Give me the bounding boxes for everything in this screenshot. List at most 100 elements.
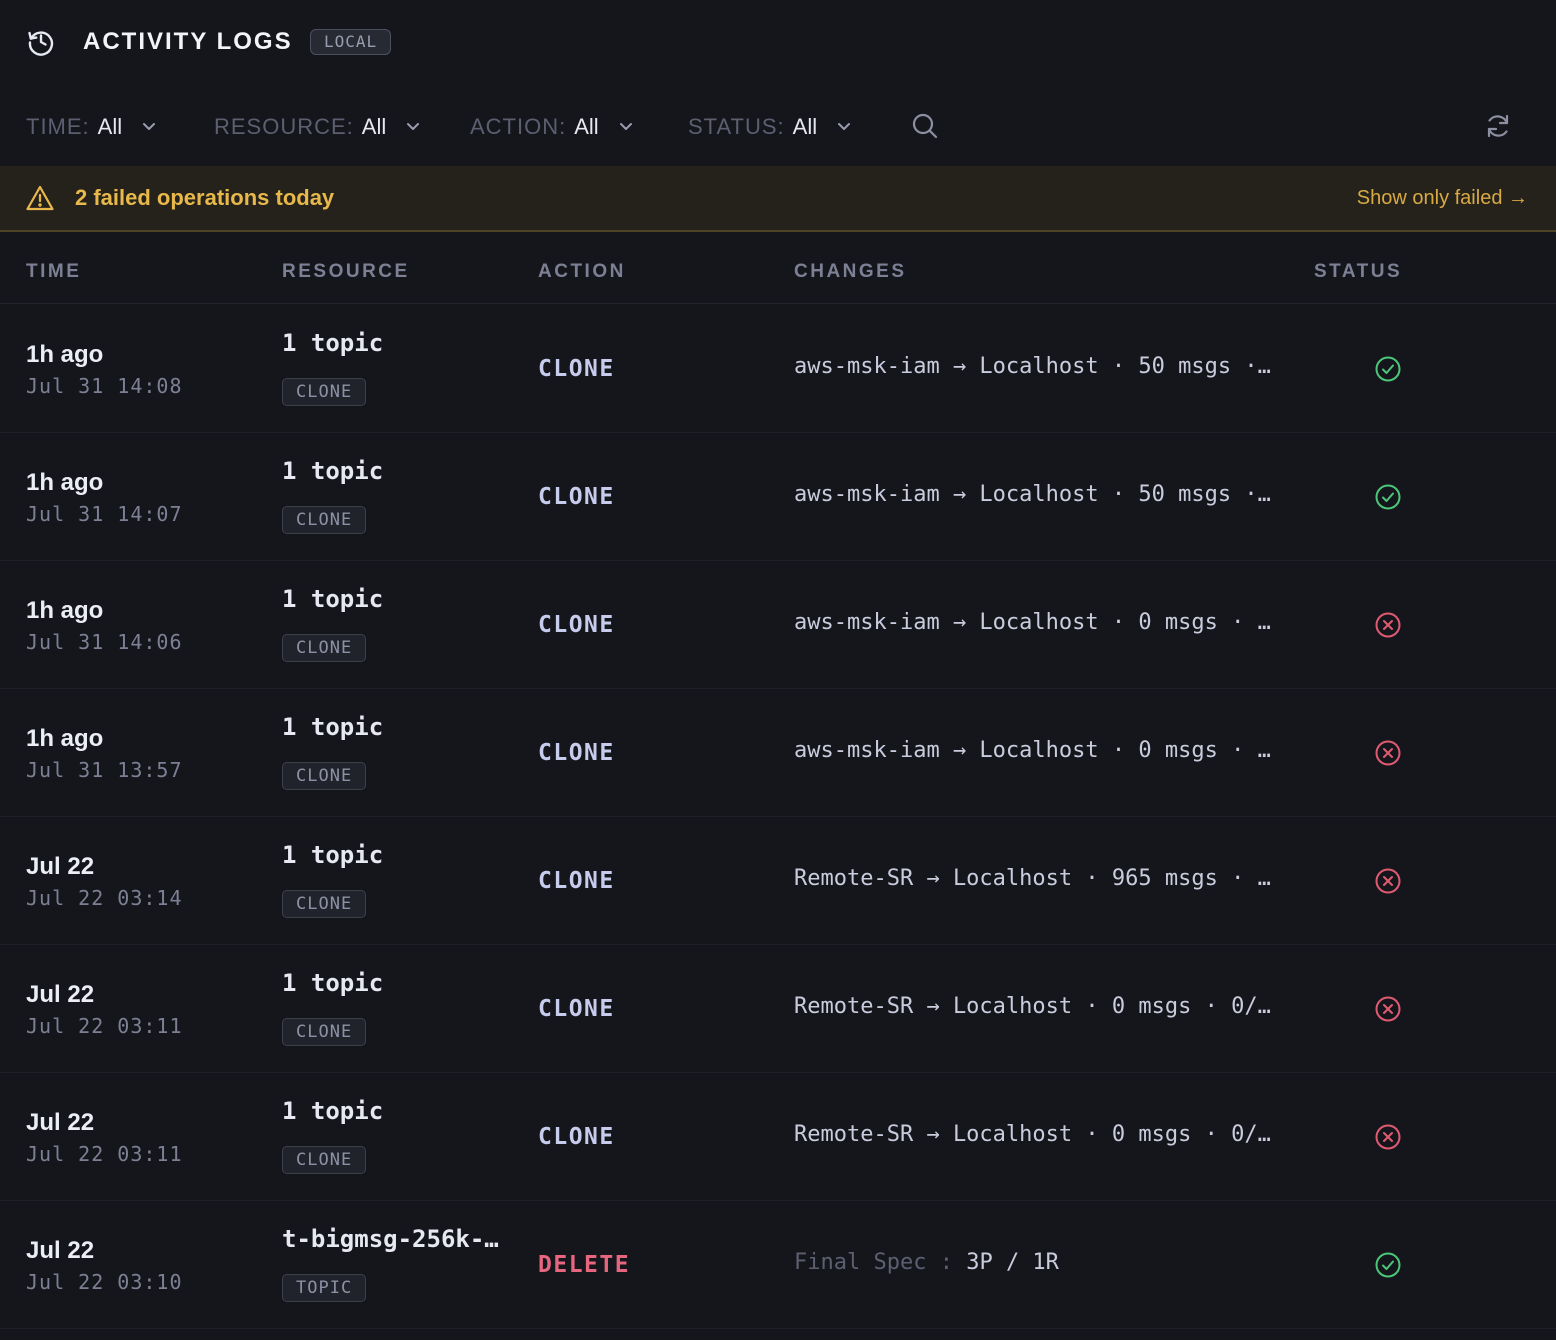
relative-time: 1h ago [26, 341, 104, 368]
resource-type-badge: CLONE [282, 378, 367, 406]
changes-value: Remote-SR → Localhost · 0 msgs · 0/… [794, 994, 1271, 1019]
absolute-time: Jul 22 03:10 [26, 1270, 183, 1294]
changes-summary: aws-msk-iam → Localhost · 50 msgs ·… [794, 354, 1274, 379]
table-row[interactable]: 1h ago Jul 31 14:06 1 topic CLONE CLONE aws-m… [0, 561, 1556, 689]
absolute-time: Jul 31 14:08 [26, 374, 183, 398]
filter-value: All [361, 114, 387, 139]
failed-icon [1374, 1123, 1402, 1151]
action-label: CLONE [538, 356, 615, 382]
table-row[interactable]: Jul 22 Jul 22 03:11 1 topic CLONE CLONE Remot… [0, 945, 1556, 1073]
search-icon[interactable] [911, 112, 939, 140]
warning-icon [26, 185, 54, 211]
chevron-down-icon [619, 123, 632, 131]
changes-summary: aws-msk-iam → Localhost · 0 msgs · … [794, 738, 1274, 763]
column-header-action[interactable]: ACTION [538, 261, 626, 283]
chevron-down-icon [407, 123, 420, 131]
table-row[interactable]: 1h ago Jul 31 14:07 1 topic CLONE CLONE aws-m… [0, 433, 1556, 561]
table-header: TIME RESOURCE ACTION CHANGES STATUS [0, 233, 1556, 304]
resource-name[interactable]: 1 topic [282, 841, 502, 869]
changes-summary: Remote-SR → Localhost · 965 msgs · … [794, 866, 1274, 891]
action-label: DELETE [538, 1252, 631, 1278]
absolute-time: Jul 31 14:07 [26, 502, 183, 526]
absolute-time: Jul 22 03:11 [26, 1014, 183, 1038]
failed-icon [1374, 611, 1402, 639]
resource-type-badge: CLONE [282, 1146, 367, 1174]
resource-name[interactable]: 1 topic [282, 585, 502, 613]
table-row[interactable]: 1h ago Jul 31 13:57 1 topic CLONE CLONE aws-m… [0, 689, 1556, 817]
failed-operations-banner: 2 failed operations today Show only fail… [0, 166, 1556, 232]
failed-icon [1374, 867, 1402, 895]
relative-time: 1h ago [26, 469, 104, 496]
filter-label: RESOURCE: [214, 114, 354, 139]
resource-name[interactable]: 1 topic [282, 329, 502, 357]
table-row[interactable]: 1h ago Jul 31 14:08 1 topic CLONE CLONE aws-m… [0, 305, 1556, 433]
success-icon [1374, 1251, 1402, 1279]
resource-name[interactable]: 1 topic [282, 713, 502, 741]
filter-value: All [97, 114, 123, 139]
filter-bar: TIME: All RESOURCE: All ACTION: All STATUS:… [0, 84, 1556, 166]
absolute-time: Jul 22 03:11 [26, 1142, 183, 1166]
relative-time: Jul 22 [26, 981, 95, 1008]
column-header-time[interactable]: TIME [26, 261, 81, 283]
action-label: CLONE [538, 740, 615, 766]
column-header-resource[interactable]: RESOURCE [282, 261, 410, 283]
absolute-time: Jul 31 13:57 [26, 758, 183, 782]
success-icon [1374, 355, 1402, 383]
action-label: CLONE [538, 1124, 615, 1150]
changes-value: aws-msk-iam → Localhost · 50 msgs ·… [794, 482, 1271, 507]
relative-time: 1h ago [26, 597, 104, 624]
action-label: CLONE [538, 868, 615, 894]
resource-name[interactable]: t-bigmsg-256k-… [282, 1225, 502, 1253]
relative-time: Jul 22 [26, 853, 95, 880]
resource-type-badge: CLONE [282, 1018, 367, 1046]
filter-value: All [574, 114, 599, 139]
changes-value: Remote-SR → Localhost · 0 msgs · 0/… [794, 1122, 1271, 1147]
failed-icon [1374, 739, 1402, 767]
status-filter-dropdown[interactable]: STATUS: All [688, 112, 851, 142]
resource-type-badge: CLONE [282, 634, 367, 662]
changes-value: Remote-SR → Localhost · 965 msgs · … [794, 866, 1271, 891]
history-icon [28, 31, 54, 56]
changes-value: aws-msk-iam → Localhost · 50 msgs ·… [794, 354, 1271, 379]
changes-summary: aws-msk-iam → Localhost · 50 msgs ·… [794, 482, 1274, 507]
chevron-down-icon [838, 123, 851, 131]
resource-name[interactable]: 1 topic [282, 1097, 502, 1125]
changes-summary: Final Spec : 3P / 1R [794, 1250, 1274, 1275]
column-header-status[interactable]: STATUS [1314, 261, 1402, 283]
show-only-failed-link[interactable]: Show only failed → [1357, 187, 1528, 210]
table-row[interactable]: Jul 22 Jul 22 03:14 1 topic CLONE CLONE Remot… [0, 817, 1556, 945]
changes-summary: Remote-SR → Localhost · 0 msgs · 0/… [794, 994, 1274, 1019]
table-row[interactable]: Jul 22 Jul 22 03:10 t-bigmsg-256k-… TOPIC DE… [0, 1201, 1556, 1329]
changes-value: aws-msk-iam → Localhost · 0 msgs · … [794, 738, 1271, 763]
time-filter-dropdown[interactable]: TIME: All [26, 112, 156, 142]
resource-type-badge: CLONE [282, 762, 367, 790]
filter-value: All [792, 114, 818, 139]
resource-filter-dropdown[interactable]: RESOURCE: All [214, 112, 420, 142]
refresh-icon[interactable] [1484, 112, 1512, 140]
resource-name[interactable]: 1 topic [282, 969, 502, 997]
changes-summary: Remote-SR → Localhost · 0 msgs · 0/… [794, 1122, 1274, 1147]
page-title: ACTIVITY LOGS [83, 28, 293, 55]
action-label: CLONE [538, 612, 615, 638]
filter-label: TIME: [26, 114, 90, 139]
filter-label: STATUS: [688, 114, 785, 139]
chevron-down-icon [143, 123, 156, 131]
changes-value: aws-msk-iam → Localhost · 0 msgs · … [794, 610, 1271, 635]
resource-type-badge: TOPIC [282, 1274, 367, 1302]
page-header: ACTIVITY LOGS LOCAL [0, 0, 1556, 84]
absolute-time: Jul 31 14:06 [26, 630, 183, 654]
relative-time: 1h ago [26, 725, 104, 752]
resource-name[interactable]: 1 topic [282, 457, 502, 485]
action-label: CLONE [538, 996, 615, 1022]
column-header-changes[interactable]: CHANGES [794, 261, 907, 283]
success-icon [1374, 483, 1402, 511]
action-label: CLONE [538, 484, 615, 510]
resource-type-badge: CLONE [282, 506, 367, 534]
filter-label: ACTION: [470, 114, 567, 139]
changes-label: Final Spec : [794, 1250, 953, 1275]
changes-summary: aws-msk-iam → Localhost · 0 msgs · … [794, 610, 1274, 635]
table-row[interactable]: Jul 22 Jul 22 03:11 1 topic CLONE CLONE Remot… [0, 1073, 1556, 1201]
relative-time: Jul 22 [26, 1237, 95, 1264]
action-filter-dropdown[interactable]: ACTION: All [470, 112, 633, 142]
relative-time: Jul 22 [26, 1109, 95, 1136]
